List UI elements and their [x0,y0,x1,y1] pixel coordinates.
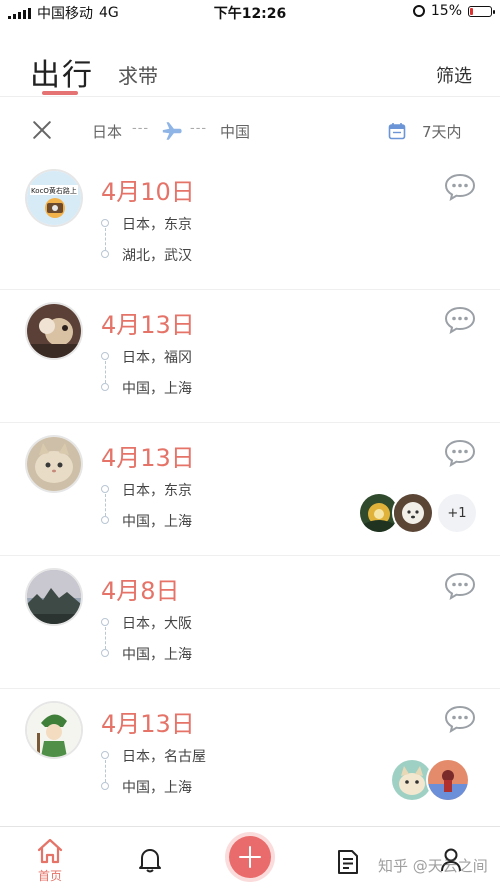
trip-card[interactable]: 4月13日 日本，名古屋 中国，上海 [0,688,500,821]
companion-avatar[interactable] [428,760,468,800]
status-bar: 中国移动 4G 下午12:26 15% [0,0,500,24]
route-line [105,361,106,383]
calendar-icon [388,123,406,140]
tab-requests[interactable]: 求带 [118,60,158,89]
origin-dot [101,352,109,360]
bell-icon[interactable] [138,847,162,873]
chat-bubble-icon[interactable] [444,173,476,201]
battery-icon [468,5,495,17]
avatar[interactable]: KocO黄右路上 [27,171,81,225]
trip-destination: 中国，上海 [122,381,192,397]
bottom-navigation: 首页 知乎 @天云之间 [0,826,500,888]
companion-avatar[interactable] [392,760,432,800]
trip-date: 4月13日 [101,710,195,738]
destination-dot [101,250,109,258]
companion-avatars[interactable] [392,760,468,800]
avatar[interactable] [27,703,81,757]
add-trip-button[interactable] [229,836,271,878]
avatar[interactable] [27,304,81,358]
watermark: 知乎 @天云之间 [378,857,488,875]
chat-bubble-icon[interactable] [444,306,476,334]
close-icon[interactable] [32,120,52,140]
trip-destination: 中国，上海 [122,647,192,663]
trip-date: 4月8日 [101,577,180,605]
origin-dot [101,618,109,626]
top-tabs: 出行 求带 筛选 [0,40,500,97]
origin-dot [101,219,109,227]
trip-destination: 中国，上海 [122,780,192,796]
trip-destination: 中国，上海 [122,514,192,530]
home-label[interactable]: 首页 [30,867,70,884]
chat-bubble-icon[interactable] [444,705,476,733]
trip-origin: 日本，大阪 [122,616,192,632]
route-dashes-right: --- [190,121,208,136]
trip-date: 4月13日 [101,444,195,472]
tab-trips[interactable]: 出行 [30,50,94,94]
destination-dot [101,516,109,524]
route-line [105,627,106,649]
trip-card[interactable]: 4月13日 日本，东京 中国，上海 +1 [0,422,500,556]
route-line [105,494,106,516]
filter-button[interactable]: 筛选 [436,62,472,88]
trip-card[interactable]: KocO黄右路上 4月10日 日本，东京 湖北，武汉 [0,156,500,290]
trip-date: 4月13日 [101,311,195,339]
trip-origin: 日本，东京 [122,217,192,233]
rotation-lock-icon [412,5,425,17]
trip-card[interactable]: 4月8日 日本，大阪 中国，上海 [0,555,500,689]
route-destination[interactable]: 中国 [220,121,250,142]
route-origin[interactable]: 日本 [92,121,122,142]
companion-avatar[interactable] [394,494,432,532]
trip-date: 4月10日 [101,178,195,206]
destination-dot [101,649,109,657]
companion-avatars[interactable]: +1 [360,494,476,532]
document-icon[interactable] [336,849,360,875]
destination-dot [101,383,109,391]
battery-level [470,7,473,15]
companion-avatar[interactable] [360,494,398,532]
trip-origin: 日本，福冈 [122,350,192,366]
origin-dot [101,751,109,759]
trip-destination: 湖北，武汉 [122,248,192,264]
battery-percent: 15% [430,3,462,19]
route-line [105,760,106,782]
trip-origin: 日本，名古屋 [122,749,206,765]
status-right: 15% [412,3,495,19]
route-line [105,228,106,250]
destination-dot [101,782,109,790]
chat-bubble-icon[interactable] [444,572,476,600]
airplane-icon [162,122,182,140]
trip-card[interactable]: 4月13日 日本，福冈 中国，上海 [0,289,500,423]
avatar[interactable] [27,570,81,624]
home-icon[interactable] [36,837,64,865]
avatar[interactable] [27,437,81,491]
date-range-filter[interactable]: 7天内 [422,121,462,142]
trip-origin: 日本，东京 [122,483,192,499]
avatar-caption: KocO黄右路上 [31,186,77,195]
route-dashes-left: --- [132,121,150,136]
active-tab-indicator [42,91,78,95]
origin-dot [101,485,109,493]
more-companions-badge[interactable]: +1 [438,494,476,532]
chat-bubble-icon[interactable] [444,439,476,467]
